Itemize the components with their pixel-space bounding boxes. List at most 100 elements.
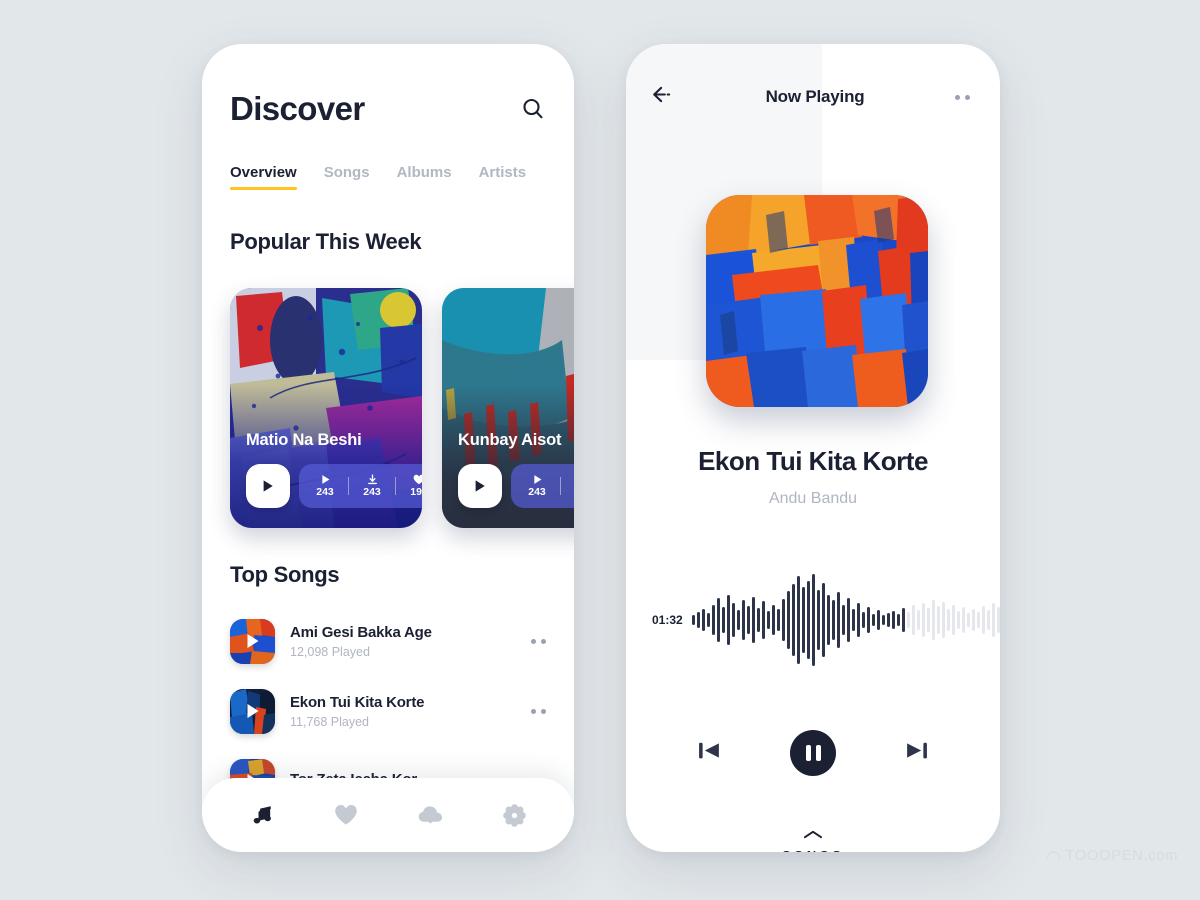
song-title: Ekon Tui Kita Korte (290, 693, 425, 711)
more-dots-icon[interactable] (531, 708, 550, 714)
popular-cards: Matio Na Beshi 243 243 19 Kunbay Aisot 2… (230, 288, 574, 532)
nav-item-settings[interactable] (494, 795, 534, 835)
waveform-bar (766, 611, 770, 629)
track-title: Ekon Tui Kita Korte (698, 446, 928, 476)
play-button[interactable] (246, 464, 290, 508)
waveform-bar (781, 599, 785, 641)
waveform-bar (951, 605, 955, 635)
songs-label: SONGS (782, 848, 844, 852)
waveform-bar (701, 609, 705, 631)
waveform-bar (836, 592, 840, 648)
song-thumbnail (230, 688, 275, 734)
nav-item-favorites[interactable] (326, 795, 366, 835)
waveform-bar (991, 603, 995, 637)
tab-bar: Overview Songs Albums Artists (230, 164, 550, 190)
album-card[interactable]: Matio Na Beshi 243 243 19 (230, 288, 422, 528)
waveform-bar (736, 610, 740, 630)
waveform-bar (931, 600, 935, 640)
waveform-bar (896, 614, 900, 626)
album-cover (706, 195, 928, 407)
waveform-bar (946, 609, 950, 631)
waveform-bar (791, 584, 795, 656)
previous-track-icon[interactable] (697, 738, 722, 768)
waveform-bar (741, 600, 745, 640)
album-card-controls: 243 243 (458, 464, 574, 508)
song-title: Ami Gesi Bakka Age (290, 623, 432, 641)
waveform-bar (751, 597, 755, 643)
waveform-bar (876, 610, 880, 630)
song-meta: Ami Gesi Bakka Age 12,098 Played (290, 624, 531, 659)
discover-header: Discover (230, 90, 546, 128)
album-card-title: Matio Na Beshi (246, 431, 362, 449)
watermark: TOOOPEN.com (1046, 847, 1178, 864)
more-dots-icon[interactable] (955, 94, 974, 100)
waveform-bar (761, 601, 765, 639)
waveform-bar (886, 613, 890, 627)
page-title: Discover (230, 90, 365, 127)
player-header: Now Playing (652, 86, 974, 108)
waveform-bar (801, 587, 805, 653)
tab-overview[interactable]: Overview (230, 164, 297, 190)
stat-divider (560, 477, 561, 495)
waveform-bar (716, 598, 720, 642)
play-button[interactable] (458, 464, 502, 508)
songs-drawer-handle[interactable]: SONGS (626, 830, 1000, 852)
waveform-bar (871, 614, 875, 626)
tab-songs[interactable]: Songs (324, 164, 370, 190)
waveform-bar (976, 612, 980, 628)
more-dots-icon[interactable] (531, 638, 550, 644)
album-card[interactable]: Kunbay Aisot 243 (442, 288, 574, 528)
elapsed-time: 01:32 (652, 613, 683, 627)
back-arrow-icon[interactable] (652, 86, 675, 108)
waveform-bar (926, 608, 930, 632)
waveform-bar (921, 603, 925, 637)
play-icon (247, 634, 258, 648)
track-artist: Andu Bandu (768, 490, 858, 507)
playback-controls (626, 730, 1000, 776)
waveform-bar (821, 583, 825, 657)
tab-artists[interactable]: Artists (479, 164, 527, 190)
waveform-bar (841, 605, 845, 635)
waveform-bar (746, 606, 750, 634)
waveform-bar (956, 611, 960, 629)
waveform-bar (891, 611, 895, 629)
download-count: 243 (569, 474, 574, 498)
pause-icon (805, 745, 811, 761)
nav-item-music[interactable] (242, 795, 282, 835)
waveform-bar (786, 591, 790, 649)
waveform-bar (691, 615, 695, 625)
waveform-bar (811, 574, 815, 666)
progress-waveform[interactable]: 01:32 03:20 (652, 572, 1000, 668)
next-track-icon[interactable] (904, 738, 929, 768)
download-icon (367, 474, 377, 485)
now-playing-screen: Now Playing Ekon Tui Kita Korte Andu Ban… (626, 44, 1000, 852)
search-icon[interactable] (520, 96, 546, 122)
waveform-bars[interactable] (691, 572, 1000, 668)
waveform-bar (936, 606, 940, 634)
album-card-title: Kunbay Aisot (458, 431, 562, 449)
pause-button[interactable] (790, 730, 836, 776)
heart-icon (413, 474, 422, 485)
waveform-bar (706, 613, 710, 627)
list-item[interactable]: Ami Gesi Bakka Age 12,098 Played (230, 606, 550, 676)
play-icon (533, 475, 541, 484)
waveform-bar (851, 609, 855, 631)
nav-item-downloads[interactable] (410, 795, 450, 835)
watermark-icon (1047, 850, 1061, 859)
waveform-bar (966, 613, 970, 627)
waveform-bar (711, 605, 715, 635)
song-plays: 11,768 Played (290, 714, 369, 729)
album-stats: 243 243 (299, 464, 422, 508)
waveform-bar (981, 606, 985, 634)
music-note-icon (253, 805, 271, 823)
tab-albums[interactable]: Albums (397, 164, 452, 190)
discover-screen: Discover Overview Songs Albums Artists P… (202, 44, 574, 852)
album-stats: 243 243 (511, 464, 574, 508)
waveform-bar (771, 605, 775, 635)
heart-icon (335, 805, 357, 825)
waveform-bar (941, 602, 945, 638)
screenshot-root: Discover Overview Songs Albums Artists P… (0, 0, 1200, 900)
play-icon (263, 480, 273, 492)
list-item[interactable]: Ekon Tui Kita Korte 11,768 Played (230, 676, 550, 746)
gear-icon (502, 803, 526, 827)
